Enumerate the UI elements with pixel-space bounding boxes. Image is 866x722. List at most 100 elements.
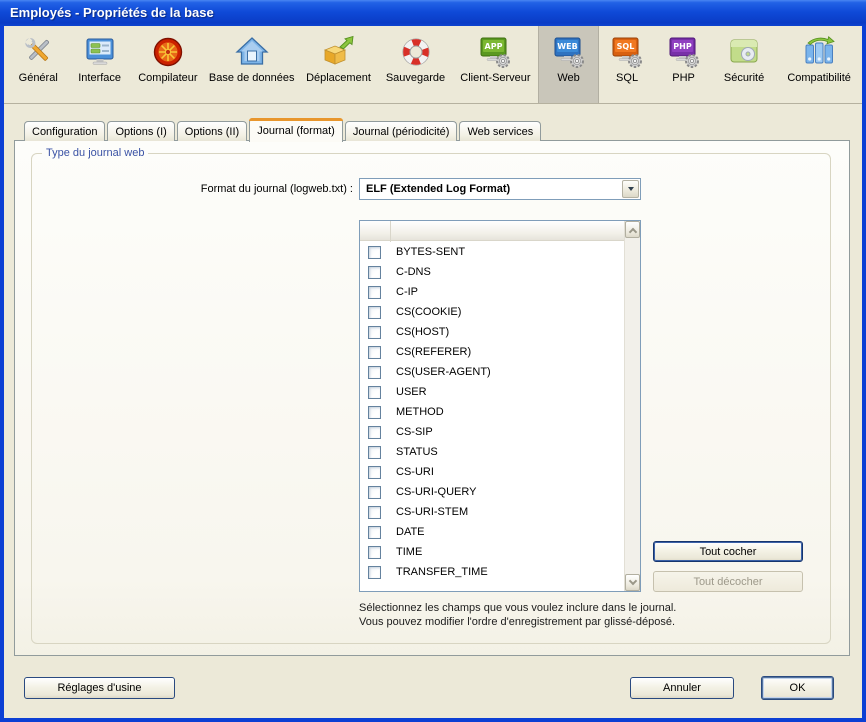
database-home-icon <box>234 34 270 70</box>
field-checkbox[interactable] <box>368 306 381 319</box>
scroll-down-button[interactable] <box>625 574 640 591</box>
field-checkbox[interactable] <box>368 546 381 559</box>
list-item[interactable]: CS-URI <box>360 462 624 482</box>
field-checkbox[interactable] <box>368 386 381 399</box>
toolbar-item-base-de-donnees[interactable]: Base de données <box>205 26 299 103</box>
toolbar-item-label: Sécurité <box>724 72 764 84</box>
field-label: USER <box>396 386 427 398</box>
toolbar-item-label: Base de données <box>209 72 295 84</box>
list-item[interactable]: CS(REFERER) <box>360 342 624 362</box>
toolbar-item-label: Compilateur <box>138 72 197 84</box>
list-item[interactable]: STATUS <box>360 442 624 462</box>
factory-settings-button[interactable]: Réglages d'usine <box>24 677 175 699</box>
field-label: CS(REFERER) <box>396 346 471 358</box>
ok-button[interactable]: OK <box>761 676 834 700</box>
field-checkbox[interactable] <box>368 426 381 439</box>
list-item[interactable]: C-IP <box>360 282 624 302</box>
log-format-selected-value: ELF (Extended Log Format) <box>360 183 622 195</box>
compiler-wheel-icon <box>150 34 186 70</box>
list-item[interactable]: CS(USER-AGENT) <box>360 362 624 382</box>
toolbar-item-compatibilite[interactable]: Compatibilité <box>776 26 862 103</box>
tab-options-1[interactable]: Options (I) <box>107 121 174 141</box>
list-item[interactable]: DATE <box>360 522 624 542</box>
field-label: CS-URI-STEM <box>396 506 468 518</box>
field-checkbox[interactable] <box>368 286 381 299</box>
list-item[interactable]: CS(COOKIE) <box>360 302 624 322</box>
field-checkbox[interactable] <box>368 346 381 359</box>
field-checkbox[interactable] <box>368 366 381 379</box>
toolbar-item-interface[interactable]: Interface <box>68 26 130 103</box>
fields-list[interactable]: BYTES-SENTC-DNS C-IP CS(COOKIE) CS(HOST) CS(… <box>359 220 641 592</box>
toolbar-item-securite[interactable]: Sécurité <box>712 26 776 103</box>
list-item[interactable]: TRANSFER_TIME <box>360 562 624 582</box>
toolbar-item-deplacement[interactable]: Déplacement <box>299 26 379 103</box>
chevron-down-icon <box>628 576 636 584</box>
toolbar-item-label: SQL <box>616 72 638 84</box>
chevron-down-icon <box>628 187 634 191</box>
list-item[interactable]: C-DNS <box>360 262 624 282</box>
list-item[interactable]: BYTES-SENT <box>360 242 624 262</box>
tab-web-services[interactable]: Web services <box>459 121 541 141</box>
field-label: CS(HOST) <box>396 326 449 338</box>
interface-monitor-icon <box>82 34 118 70</box>
list-scrollbar[interactable] <box>624 221 640 591</box>
list-item[interactable]: CS(HOST) <box>360 322 624 342</box>
php-server-icon: PHP <box>666 34 702 70</box>
field-checkbox[interactable] <box>368 566 381 579</box>
field-checkbox[interactable] <box>368 446 381 459</box>
cancel-button[interactable]: Annuler <box>630 677 734 699</box>
field-label: CS(USER-AGENT) <box>396 366 491 378</box>
svg-text:PHP: PHP <box>673 42 692 51</box>
scroll-up-button[interactable] <box>625 221 640 238</box>
list-item[interactable]: CS-URI-QUERY <box>360 482 624 502</box>
list-item[interactable]: CS-URI-STEM <box>360 502 624 522</box>
help-text: Sélectionnez les champs que vous voulez … <box>359 601 819 629</box>
field-checkbox[interactable] <box>368 526 381 539</box>
field-checkbox[interactable] <box>368 326 381 339</box>
tools-icon <box>20 34 56 70</box>
list-item[interactable]: TIME <box>360 542 624 562</box>
toolbar-item-php[interactable]: PHP PHP <box>655 26 712 103</box>
tab-journal-format[interactable]: Journal (format) <box>249 118 343 142</box>
toolbar-item-label: PHP <box>672 72 695 84</box>
web-server-icon: WEB <box>551 34 587 70</box>
list-item[interactable]: METHOD <box>360 402 624 422</box>
lifebuoy-icon <box>398 34 434 70</box>
field-label: CS-URI <box>396 466 434 478</box>
log-format-select[interactable]: ELF (Extended Log Format) <box>359 178 641 200</box>
toolbar-item-label: Sauvegarde <box>386 72 445 84</box>
field-checkbox[interactable] <box>368 246 381 259</box>
help-line-1: Sélectionnez les champs que vous voulez … <box>359 601 819 615</box>
list-item[interactable]: USER <box>360 382 624 402</box>
combo-dropdown-button[interactable] <box>622 180 639 198</box>
tab-configuration[interactable]: Configuration <box>24 121 105 141</box>
field-checkbox[interactable] <box>368 506 381 519</box>
list-item[interactable]: CS-SIP <box>360 422 624 442</box>
field-label: C-IP <box>396 286 418 298</box>
toolbar-item-sauvegarde[interactable]: Sauvegarde <box>378 26 452 103</box>
uncheck-all-button: Tout décocher <box>653 571 803 592</box>
title-bar[interactable]: Employés - Propriétés de la base <box>0 0 866 26</box>
groupbox-title: Type du journal web <box>42 146 148 161</box>
svg-text:WEB: WEB <box>557 42 577 51</box>
dialog-body: Général Interface <box>4 26 862 718</box>
field-label: CS-URI-QUERY <box>396 486 476 498</box>
toolbar-item-client-serveur[interactable]: APP Client-Serveur <box>453 26 539 103</box>
toolbar-item-general[interactable]: Général <box>8 26 68 103</box>
toolbar-item-label: Compatibilité <box>787 72 851 84</box>
field-label: TRANSFER_TIME <box>396 566 488 578</box>
field-checkbox[interactable] <box>368 466 381 479</box>
field-label: STATUS <box>396 446 438 458</box>
field-label: TIME <box>396 546 422 558</box>
toolbar-item-compilateur[interactable]: Compilateur <box>131 26 205 103</box>
toolbar-item-web[interactable]: WEB Web <box>538 26 598 103</box>
tab-journal-periodicite[interactable]: Journal (périodicité) <box>345 121 458 141</box>
field-checkbox[interactable] <box>368 486 381 499</box>
field-label: DATE <box>396 526 425 538</box>
category-toolbar: Général Interface <box>4 26 862 104</box>
field-checkbox[interactable] <box>368 406 381 419</box>
toolbar-item-sql[interactable]: SQL SQL <box>599 26 656 103</box>
tab-options-2[interactable]: Options (II) <box>177 121 247 141</box>
check-all-button[interactable]: Tout cocher <box>653 541 803 562</box>
field-checkbox[interactable] <box>368 266 381 279</box>
